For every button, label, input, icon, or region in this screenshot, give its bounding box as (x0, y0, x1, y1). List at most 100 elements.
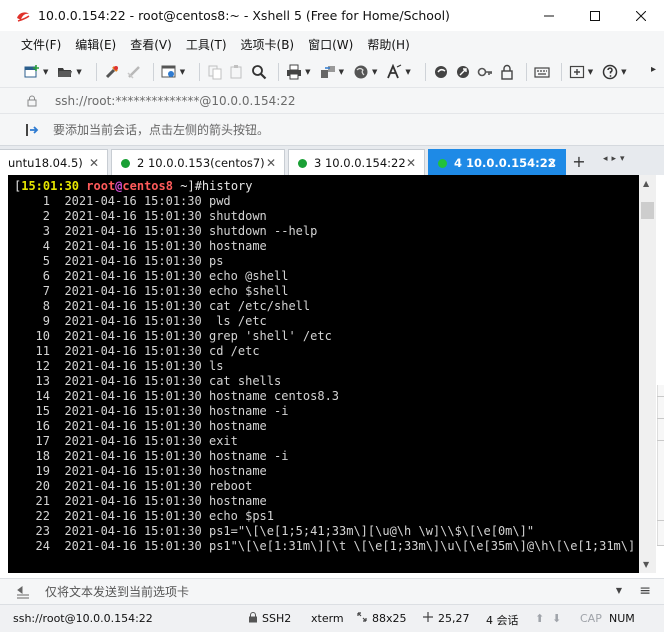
paste-icon[interactable] (228, 63, 246, 81)
history-number: 19 (35, 464, 50, 478)
status-protocol: SSH2 (262, 612, 292, 625)
background-window-line (657, 396, 664, 397)
history-command: ps1"\[\e[1:31m\][\t \[\e[1;33m\]\u\[\e[3… (208, 539, 639, 553)
chevron-down-icon[interactable]: ▼ (372, 68, 377, 76)
status-caps: CAP (580, 612, 602, 625)
tab-label: 4 10.0.0.154:22 (454, 156, 556, 170)
history-row: 21 2021-04-16 15:01:30 hostname (14, 494, 639, 509)
close-icon[interactable]: ✕ (89, 156, 99, 170)
font-icon[interactable] (385, 63, 403, 81)
menu-edit[interactable]: 编辑(E) (75, 36, 116, 53)
scroll-thumb[interactable] (641, 202, 654, 219)
chevron-down-icon[interactable]: ▼ (621, 68, 626, 76)
chevron-down-icon[interactable]: ▼ (588, 68, 593, 76)
history-number: 10 (35, 329, 50, 343)
close-icon[interactable]: ✕ (266, 156, 276, 170)
add-box-icon[interactable] (568, 63, 586, 81)
chevron-down-icon[interactable]: ▼ (180, 68, 185, 76)
menu-view[interactable]: 查看(V) (130, 36, 172, 53)
add-session-arrow-icon[interactable] (23, 121, 41, 139)
history-date: 2021-04-16 (64, 269, 137, 283)
xshell-logo-icon (16, 9, 30, 23)
menu-icon[interactable]: ≡ (639, 583, 651, 599)
history-row: 2 2021-04-16 15:01:30 shutdown (14, 209, 639, 224)
history-command: cat /etc/shell (208, 299, 311, 313)
history-number: 20 (35, 479, 50, 493)
xftp-icon[interactable] (432, 63, 450, 81)
history-time: 15:01:30 (143, 479, 202, 493)
help-icon[interactable] (601, 63, 619, 81)
disconnect-icon[interactable] (125, 63, 143, 81)
keyboard-icon[interactable] (533, 63, 551, 81)
tab-session-3[interactable]: 3 10.0.0.154:22 ✕ (288, 149, 425, 176)
terminal-scrollbar[interactable]: ▲ ▼ (639, 175, 656, 573)
tab-scroll-icon[interactable]: ◂▸▾ (603, 154, 629, 164)
arrow-up-icon: ⬆ (535, 612, 545, 625)
chevron-down-icon[interactable]: ▼ (405, 68, 410, 76)
chevron-down-icon[interactable]: ▼ (616, 586, 622, 595)
globe-icon[interactable] (352, 63, 370, 81)
menu-file[interactable]: 文件(F) (21, 36, 61, 53)
menu-tools[interactable]: 工具(T) (186, 36, 227, 53)
new-session-icon[interactable] (23, 63, 41, 81)
hint-text: 要添加当前会话，点击左侧的箭头按钮。 (53, 123, 270, 137)
history-date: 2021-04-16 (64, 224, 137, 238)
history-date: 2021-04-16 (64, 404, 137, 418)
send-icon[interactable] (14, 583, 32, 601)
menu-bar: 文件(F) 编辑(E) 查看(V) 工具(T) 选项卡(B) 窗口(W) 帮助(… (0, 31, 664, 57)
lock-icon[interactable] (498, 63, 516, 81)
chevron-down-icon[interactable]: ▼ (305, 68, 310, 76)
background-window-line (657, 440, 664, 441)
history-number: 18 (35, 449, 50, 463)
chevron-down-icon[interactable]: ▼ (43, 68, 48, 76)
scroll-up-icon[interactable]: ▲ (643, 179, 649, 188)
history-date: 2021-04-16 (64, 284, 137, 298)
chevron-down-icon[interactable]: ▼ (339, 68, 344, 76)
size-icon (357, 612, 367, 625)
terminal-output[interactable]: [15:01:30 root@centos8 ~]#history 1 2021… (8, 175, 639, 573)
history-row: 20 2021-04-16 15:01:30 reboot (14, 479, 639, 494)
menu-tabs[interactable]: 选项卡(B) (241, 36, 295, 53)
xmanager-icon[interactable] (454, 63, 472, 81)
transfer-icon[interactable] (319, 63, 337, 81)
session-hint-bar: 要添加当前会话，点击左侧的箭头按钮。 (0, 113, 664, 145)
compose-input[interactable]: 仅将文本发送到当前选项卡 (45, 583, 189, 600)
close-button[interactable] (618, 0, 664, 31)
minimize-button[interactable] (526, 0, 572, 31)
copy-icon[interactable] (206, 63, 224, 81)
history-row: 5 2021-04-16 15:01:30 ps (14, 254, 639, 269)
find-icon[interactable] (250, 63, 268, 81)
connect-icon[interactable] (103, 63, 121, 81)
background-window-line (657, 418, 664, 419)
history-time: 15:01:30 (143, 299, 202, 313)
status-num: NUM (609, 612, 635, 625)
history-command: reboot (208, 479, 253, 493)
toolbar-overflow-icon[interactable]: ▸ (651, 64, 656, 75)
history-time: 15:01:30 (143, 209, 202, 223)
prompt-host: centos8 (122, 179, 173, 193)
menu-window[interactable]: 窗口(W) (308, 36, 353, 53)
history-date: 2021-04-16 (64, 359, 137, 373)
maximize-button[interactable] (572, 0, 618, 31)
address-input[interactable]: ssh://root:**************@10.0.0.154:22 (55, 94, 296, 108)
history-time: 15:01:30 (143, 344, 202, 358)
close-icon[interactable]: ✕ (406, 156, 416, 170)
tab-session-4[interactable]: 4 10.0.0.154:22 ✕ (428, 149, 566, 176)
key-icon[interactable] (476, 63, 494, 81)
menu-help[interactable]: 帮助(H) (367, 36, 409, 53)
print-icon[interactable] (285, 63, 303, 81)
tab-session-2[interactable]: 2 10.0.0.153(centos7) ✕ (111, 149, 285, 176)
history-command: hostname centos8.3 (208, 389, 340, 403)
close-icon[interactable]: ✕ (547, 156, 557, 170)
lock-icon (23, 92, 41, 110)
toolbar-divider (199, 63, 201, 81)
history-command: shutdown --help (208, 224, 318, 238)
tab-session-1[interactable]: untu18.04.5) ✕ (0, 149, 108, 176)
open-folder-icon[interactable] (56, 63, 74, 81)
new-tab-button[interactable]: + (569, 152, 589, 172)
scroll-down-icon[interactable]: ▼ (643, 560, 649, 569)
tab-label: 3 10.0.0.154:22 (314, 156, 406, 170)
properties-icon[interactable] (160, 63, 178, 81)
history-time: 15:01:30 (143, 449, 202, 463)
chevron-down-icon[interactable]: ▼ (76, 68, 81, 76)
